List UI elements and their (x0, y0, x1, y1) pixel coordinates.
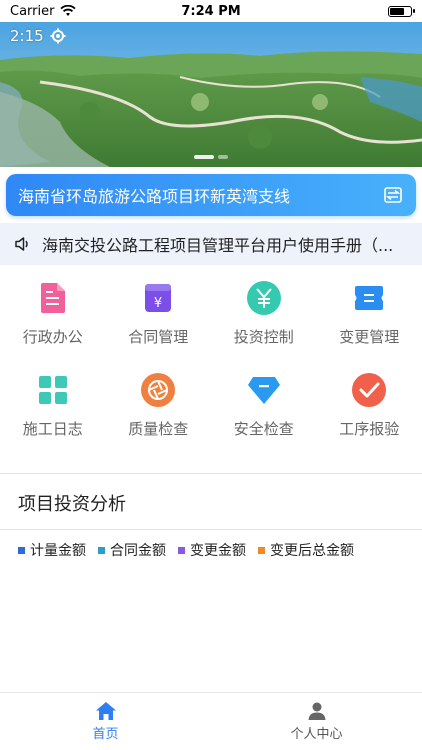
carousel-dots (194, 155, 228, 159)
legend-label: 计量金额 (30, 543, 86, 559)
project-name: 海南省环岛旅游公路项目环新英湾支线 (18, 187, 291, 206)
notice-text: 海南交投公路工程项目管理平台用户使用手册（... (42, 236, 394, 255)
menu-item-inspection[interactable]: 工序报验 (317, 372, 422, 442)
legend-swatch (258, 546, 265, 554)
function-grid: 行政办公 ¥ 合同管理 投资控制 变更管理 施工日志 质量检查 安全检查 工序报… (0, 280, 422, 442)
shield-diamond-icon (246, 372, 282, 408)
aperture-icon (140, 372, 176, 408)
chart-legend: 计量金额 合同金额 变更金额 变更后总金额 (18, 540, 354, 560)
status-time: 7:24 PM (181, 3, 241, 19)
legend-swatch (98, 546, 105, 554)
tab-home[interactable]: 首页 (0, 693, 211, 750)
app-page: Carrier 7:24 PM 2:15 海南省环岛旅游公路项目环新英湾支线 海… (0, 0, 422, 750)
menu-label: 投资控制 (233, 328, 294, 346)
tab-label: 首页 (92, 727, 119, 742)
tab-label: 个人中心 (290, 727, 343, 742)
menu-item-quality[interactable]: 质量检查 (106, 372, 212, 442)
banner-clock: 2:15 (10, 27, 66, 45)
swap-icon[interactable] (382, 184, 404, 206)
menu-label: 安全检查 (233, 420, 294, 438)
banner-clock-text: 2:15 (10, 27, 44, 45)
contract-icon: ¥ (140, 280, 176, 316)
notice-bar[interactable]: 海南交投公路工程项目管理平台用户使用手册（... (0, 223, 422, 265)
section-divider (0, 473, 422, 474)
title-divider (0, 529, 422, 530)
grid-icon (35, 372, 71, 408)
menu-item-safety[interactable]: 安全检查 (211, 372, 317, 442)
menu-item-change[interactable]: 变更管理 (317, 280, 422, 350)
legend-label: 变更金额 (190, 543, 246, 559)
carousel-dot[interactable] (218, 155, 228, 159)
menu-item-log[interactable]: 施工日志 (0, 372, 106, 442)
gear-icon[interactable] (50, 28, 66, 44)
yen-icon (246, 280, 282, 316)
home-icon (95, 702, 116, 720)
banner-carousel[interactable]: 2:15 (0, 22, 422, 167)
check-icon (351, 372, 387, 408)
menu-label: 变更管理 (339, 328, 400, 346)
speaker-icon (15, 237, 28, 251)
document-icon (35, 280, 71, 316)
legend-item[interactable]: 变更后总金额 (258, 540, 354, 560)
project-selector[interactable]: 海南省环岛旅游公路项目环新英湾支线 (6, 174, 416, 216)
menu-label: 合同管理 (128, 328, 189, 346)
tab-profile[interactable]: 个人中心 (211, 693, 422, 750)
menu-item-contract[interactable]: ¥ 合同管理 (106, 280, 212, 350)
menu-label: 质量检查 (128, 420, 189, 438)
menu-label: 行政办公 (22, 328, 83, 346)
menu-label: 施工日志 (22, 420, 83, 438)
legend-swatch (18, 546, 25, 554)
status-bar: Carrier 7:24 PM (0, 0, 422, 22)
menu-label: 工序报验 (339, 420, 400, 438)
tab-bar: 首页 个人中心 (0, 692, 422, 750)
analysis-title: 项目投资分析 (18, 494, 126, 515)
legend-swatch (178, 546, 185, 554)
menu-item-investment[interactable]: 投资控制 (211, 280, 317, 350)
svg-text:¥: ¥ (154, 296, 162, 311)
legend-item[interactable]: 合同金额 (98, 540, 166, 560)
menu-item-admin[interactable]: 行政办公 (0, 280, 106, 350)
person-icon (308, 702, 325, 720)
legend-label: 变更后总金额 (270, 543, 354, 559)
battery-icon (388, 5, 415, 17)
legend-label: 合同金额 (110, 543, 166, 559)
ticket-icon (351, 280, 387, 316)
legend-item[interactable]: 计量金额 (18, 540, 86, 560)
carousel-dot-active[interactable] (194, 155, 214, 159)
legend-item[interactable]: 变更金额 (178, 540, 246, 560)
